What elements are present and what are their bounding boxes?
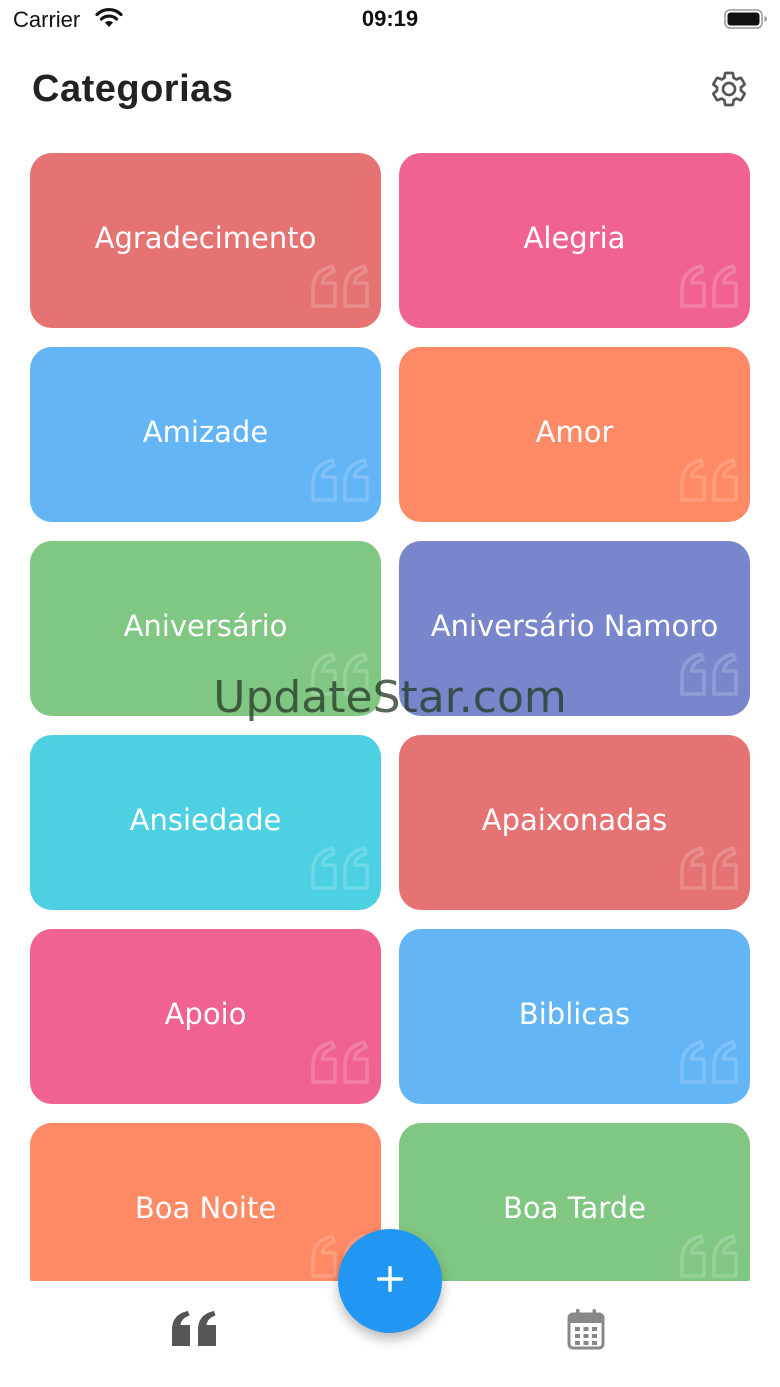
category-card[interactable]: Ansiedade <box>30 735 381 910</box>
plus-icon <box>374 1263 406 1299</box>
quote-mark-icon <box>676 1232 742 1280</box>
quote-mark-icon <box>676 262 742 310</box>
category-card[interactable]: Biblicas <box>399 929 750 1104</box>
category-label: Boa Tarde <box>503 1191 646 1225</box>
settings-button[interactable] <box>707 69 751 113</box>
quote-mark-icon <box>676 1038 742 1086</box>
quote-icon <box>168 1308 220 1352</box>
status-bar: Carrier 09:19 <box>0 0 780 44</box>
category-label: Boa Noite <box>134 1191 277 1225</box>
nav-quotes-tab[interactable] <box>166 1307 222 1353</box>
page-title: Categorias <box>32 68 234 110</box>
category-card[interactable]: Boa Noite <box>30 1123 381 1281</box>
category-label: Aniversário <box>123 609 288 643</box>
category-label: Apaixonadas <box>481 803 668 837</box>
quote-mark-icon <box>307 650 373 698</box>
category-card[interactable]: Boa Tarde <box>399 1123 750 1281</box>
category-label: Aniversário Namoro <box>430 609 719 643</box>
quote-mark-icon <box>676 456 742 504</box>
category-card[interactable]: Agradecimento <box>30 153 381 328</box>
category-card[interactable]: Amor <box>399 347 750 522</box>
category-card[interactable]: Aniversário Namoro <box>399 541 750 716</box>
category-card[interactable]: Apaixonadas <box>399 735 750 910</box>
quote-mark-icon <box>307 1038 373 1086</box>
quote-mark-icon <box>307 262 373 310</box>
gear-icon <box>709 69 749 113</box>
category-card[interactable]: Amizade <box>30 347 381 522</box>
calendar-icon <box>567 1308 605 1354</box>
category-label: Agradecimento <box>94 221 317 255</box>
quote-mark-icon <box>676 844 742 892</box>
category-card[interactable]: Apoio <box>30 929 381 1104</box>
nav-calendar-tab[interactable] <box>564 1307 608 1355</box>
category-label: Apoio <box>164 997 247 1031</box>
battery-icon <box>724 9 768 29</box>
category-grid: Agradecimento Alegria Amizade Amor Anive… <box>30 153 750 1281</box>
quote-mark-icon <box>307 456 373 504</box>
category-card[interactable]: Aniversário <box>30 541 381 716</box>
add-button[interactable] <box>338 1229 442 1333</box>
quote-mark-icon <box>307 844 373 892</box>
category-label: Alegria <box>523 221 626 255</box>
category-label: Amor <box>535 415 614 449</box>
quote-mark-icon <box>676 650 742 698</box>
category-label: Amizade <box>142 415 269 449</box>
category-label: Biblicas <box>518 997 631 1031</box>
category-label: Ansiedade <box>129 803 282 837</box>
status-time: 09:19 <box>361 6 419 31</box>
category-card[interactable]: Alegria <box>399 153 750 328</box>
